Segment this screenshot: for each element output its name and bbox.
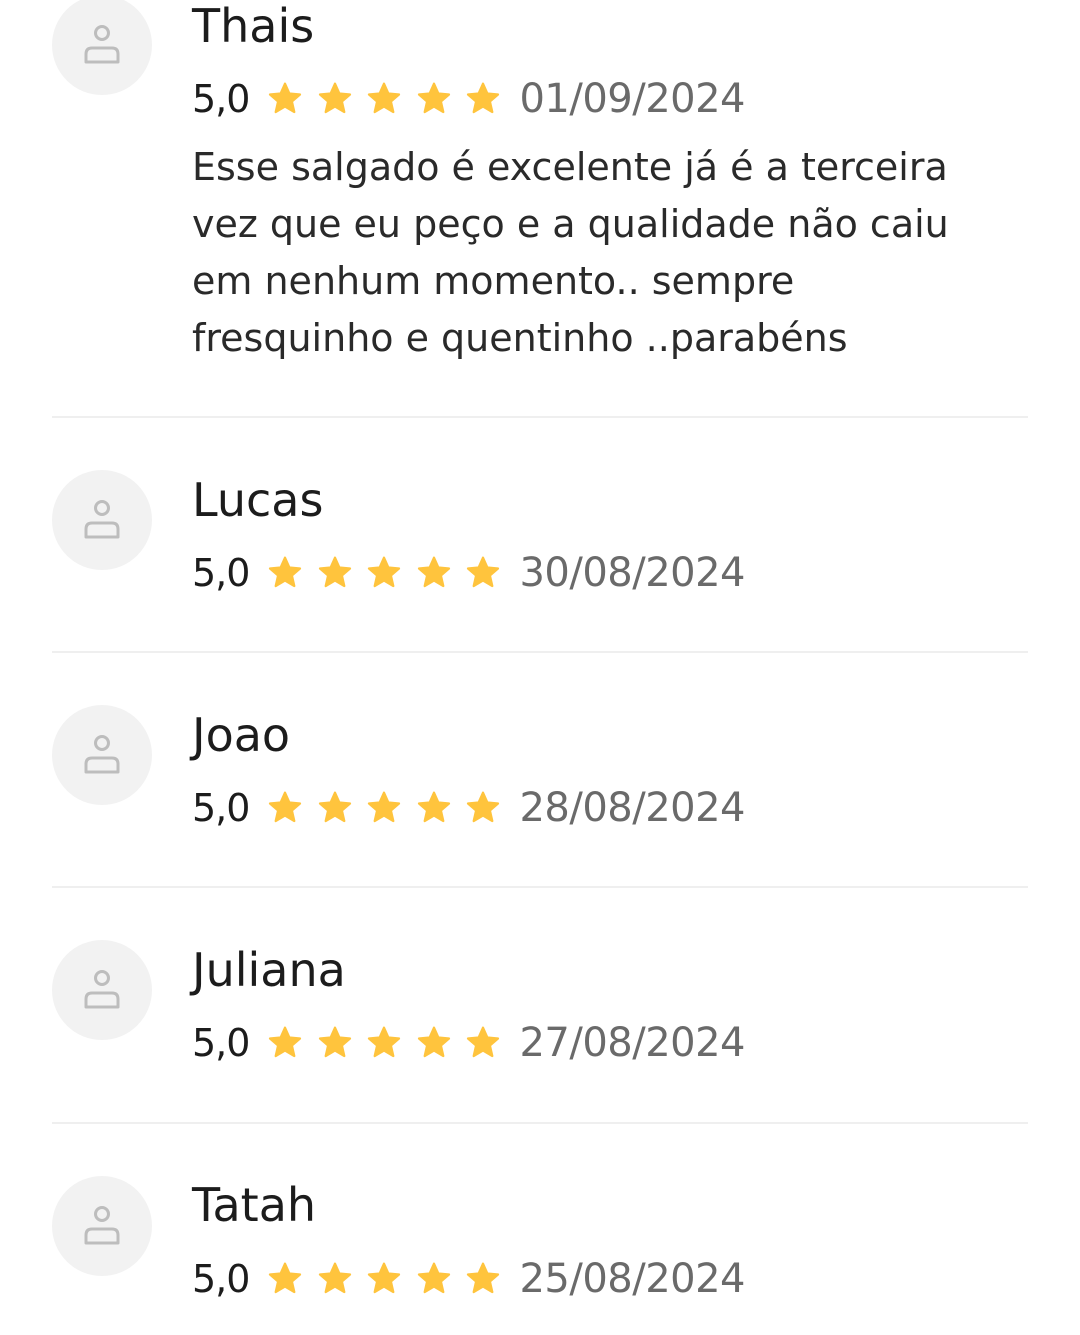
review-item: Lucas 5,0 30/08/2024 xyxy=(52,470,1028,620)
review-item: Tatah 5,0 25/08/2024 xyxy=(52,1176,1028,1335)
star-icon xyxy=(467,1026,500,1058)
rating-score: 5,0 xyxy=(192,77,250,121)
review-date: 25/08/2024 xyxy=(519,1256,745,1302)
star-icon xyxy=(467,556,500,588)
avatar xyxy=(52,0,152,95)
reviewer-name: Tatah xyxy=(192,1178,317,1232)
review-date: 01/09/2024 xyxy=(519,76,745,122)
star-icon xyxy=(318,1262,352,1294)
avatar xyxy=(52,705,152,805)
rating-score: 5,0 xyxy=(192,1021,250,1065)
divider xyxy=(52,1122,1028,1124)
review-date: 30/08/2024 xyxy=(519,550,745,596)
star-rating xyxy=(267,790,501,826)
rating-row: 5,0 25/08/2024 xyxy=(192,1253,745,1305)
rating-row: 5,0 01/09/2024 xyxy=(192,73,745,125)
star-icon xyxy=(368,791,401,823)
avatar xyxy=(52,940,152,1040)
avatar xyxy=(52,1176,152,1276)
reviewer-name: Juliana xyxy=(192,943,346,997)
divider xyxy=(52,651,1028,653)
user-placeholder-icon xyxy=(84,25,120,64)
user-placeholder-icon xyxy=(84,970,120,1009)
star-icon xyxy=(318,1026,352,1058)
star-icon xyxy=(318,82,352,114)
reviewer-name: Lucas xyxy=(192,473,324,527)
star-icon xyxy=(368,1026,401,1058)
review-item: Juliana 5,0 27/08/2024 xyxy=(52,940,1028,1090)
reviewer-name: Joao xyxy=(192,708,291,762)
star-rating xyxy=(267,555,501,591)
reviewer-name: Thais xyxy=(192,0,315,53)
star-icon xyxy=(417,791,451,823)
divider xyxy=(52,416,1028,418)
rating-row: 5,0 28/08/2024 xyxy=(192,782,745,834)
review-date: 28/08/2024 xyxy=(519,785,745,831)
review-item: Joao 5,0 28/08/2024 xyxy=(52,705,1028,855)
review-date: 27/08/2024 xyxy=(519,1020,745,1066)
review-item: Thais 5,0 01/09/2024 Esse salgado é exce… xyxy=(52,0,1028,400)
user-placeholder-icon xyxy=(84,1206,120,1245)
star-icon xyxy=(417,556,451,588)
star-icon xyxy=(417,1262,451,1294)
star-icon xyxy=(318,556,352,588)
user-placeholder-icon xyxy=(84,735,120,774)
star-rating xyxy=(267,1025,501,1061)
star-icon xyxy=(318,791,352,823)
star-icon xyxy=(269,1026,302,1058)
avatar xyxy=(52,470,152,570)
review-comment: Esse salgado é excelente já é a terceira… xyxy=(192,145,949,360)
star-icon xyxy=(269,82,302,114)
star-rating xyxy=(267,1261,501,1297)
star-icon xyxy=(417,1026,451,1058)
star-icon xyxy=(417,82,451,114)
star-icon xyxy=(368,1262,401,1294)
reviews-list[interactable]: Thais 5,0 01/09/2024 Esse salgado é exce… xyxy=(0,0,1080,1335)
divider xyxy=(52,886,1028,888)
star-rating xyxy=(267,81,501,117)
star-icon xyxy=(368,82,401,114)
star-icon xyxy=(269,791,302,823)
rating-score: 5,0 xyxy=(192,551,250,595)
rating-score: 5,0 xyxy=(192,786,250,830)
star-icon xyxy=(467,82,500,114)
star-icon xyxy=(467,791,500,823)
rating-row: 5,0 30/08/2024 xyxy=(192,547,745,599)
star-icon xyxy=(269,556,302,588)
user-placeholder-icon xyxy=(84,500,120,539)
rating-row: 5,0 27/08/2024 xyxy=(192,1017,745,1069)
star-icon xyxy=(467,1262,500,1294)
star-icon xyxy=(269,1262,302,1294)
star-icon xyxy=(368,556,401,588)
rating-score: 5,0 xyxy=(192,1257,250,1301)
